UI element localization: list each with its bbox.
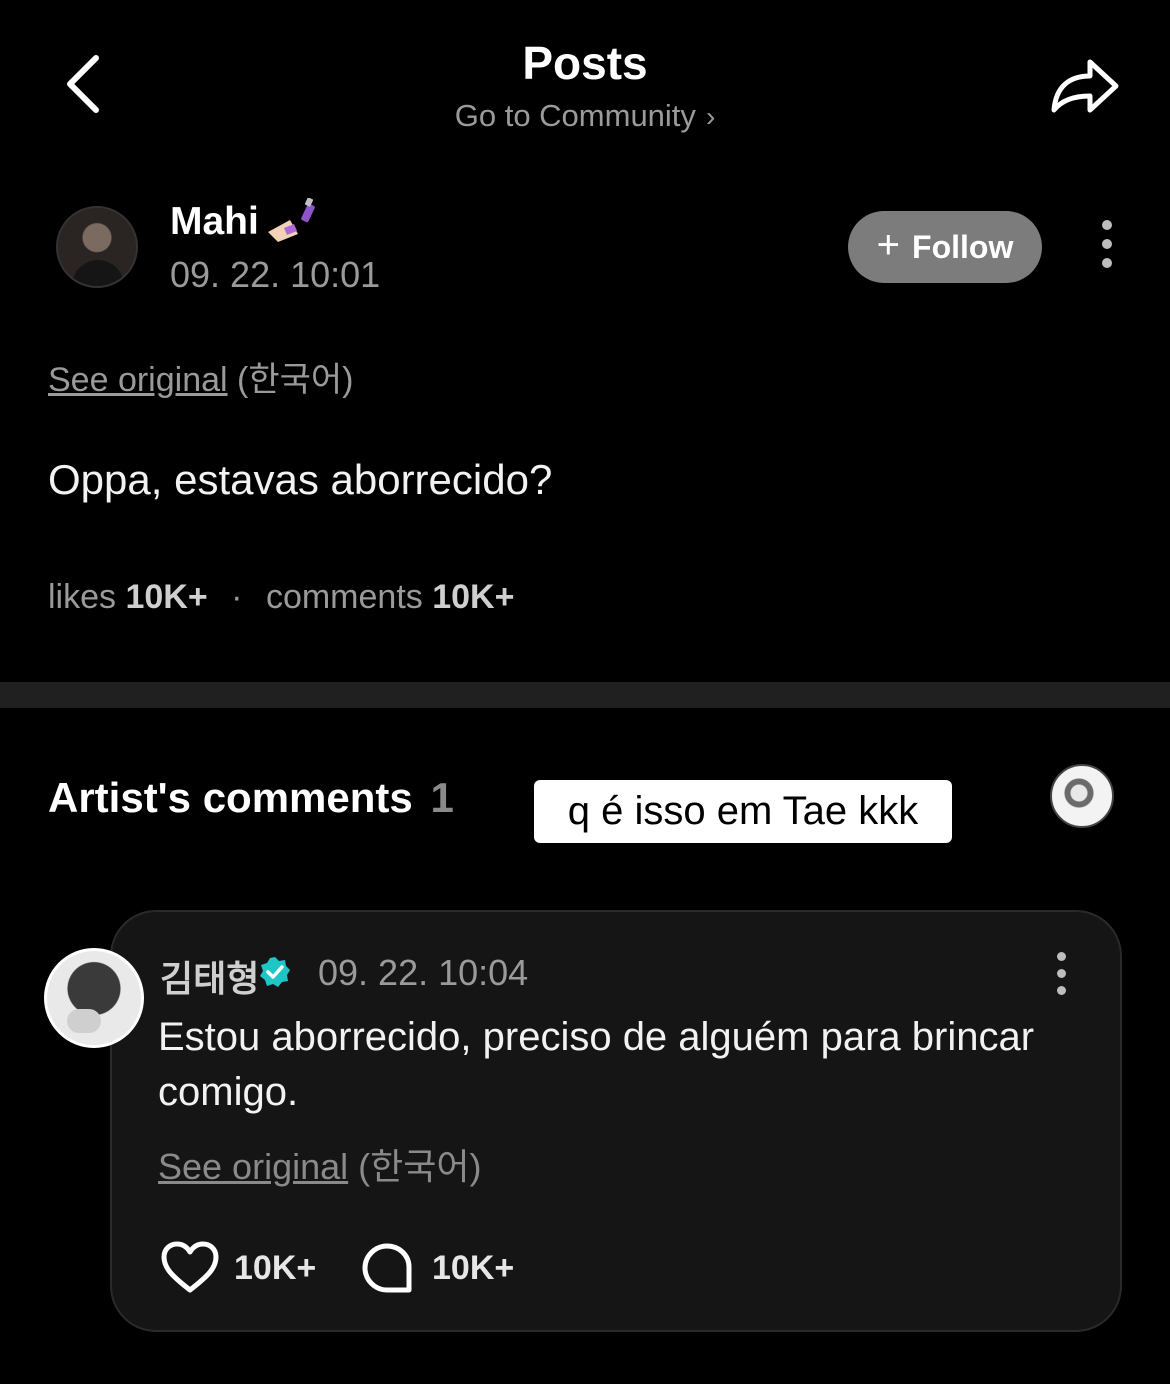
share-arrow-icon xyxy=(1051,59,1119,113)
share-button[interactable] xyxy=(1046,50,1126,120)
artist-comments-title: Artist's comments xyxy=(48,774,413,821)
post-timestamp: 09. 22. 10:01 xyxy=(170,254,381,295)
comments-count: 10K+ xyxy=(432,578,515,616)
more-dots-icon xyxy=(1056,952,1066,961)
more-dots-icon xyxy=(1102,220,1112,230)
comment-timestamp: 09. 22. 10:04 xyxy=(318,952,529,993)
nail-polish-icon xyxy=(264,197,318,246)
author-avatar[interactable] xyxy=(56,206,138,288)
artist-comments-count: 1 xyxy=(430,774,454,821)
see-original-link[interactable]: See original xyxy=(48,361,228,399)
artist-comments-heading: Artist's comments 1 xyxy=(48,774,454,822)
follow-label: Follow xyxy=(912,228,1014,265)
more-options-button[interactable] xyxy=(1090,220,1124,276)
commenter-avatar[interactable] xyxy=(44,948,144,1048)
comment-body: Estou aborrecido, preciso de alguém para… xyxy=(158,1015,1035,1114)
verified-badge-icon xyxy=(258,955,292,989)
original-language: (한국어) xyxy=(237,361,354,399)
comment-more-button[interactable] xyxy=(1054,952,1068,998)
section-divider xyxy=(0,682,1170,708)
commenter-name[interactable]: 김태형 xyxy=(160,950,259,1002)
page-title: Posts xyxy=(522,37,648,89)
comment-see-original-row: See original (한국어) xyxy=(158,1138,481,1190)
go-to-community-label: Go to Community xyxy=(454,98,696,133)
overlay-caption: q é isso em Tae kkk xyxy=(534,780,952,843)
go-to-community-link[interactable]: Go to Community › xyxy=(0,98,1170,134)
likes-count: 10K+ xyxy=(125,578,208,616)
heart-icon xyxy=(161,1241,219,1293)
comment-reply-button[interactable]: 10K+ xyxy=(360,1238,514,1298)
see-original-row: See original (한국어) xyxy=(48,352,354,401)
post-stats: likes 10K+ · comments 10K+ xyxy=(48,578,514,617)
comments-label: comments xyxy=(265,578,423,616)
follow-button[interactable]: + Follow xyxy=(848,211,1042,283)
comment-bubble-icon xyxy=(362,1243,412,1293)
comment-original-language: (한국어) xyxy=(358,1146,482,1187)
comment-like-button[interactable]: 10K+ xyxy=(160,1238,316,1298)
comment-like-count: 10K+ xyxy=(234,1248,317,1287)
comment-see-original-link[interactable]: See original xyxy=(158,1146,348,1187)
chevron-right-icon: › xyxy=(705,101,716,132)
likes-label: likes xyxy=(48,578,117,616)
stats-separator: · xyxy=(231,578,243,616)
plus-icon: + xyxy=(876,223,901,267)
author-name[interactable]: Mahi xyxy=(170,200,259,244)
artist-avatar-small[interactable] xyxy=(1050,764,1114,828)
post-body: Oppa, estavas aborrecido? xyxy=(48,456,553,503)
comment-reply-count: 10K+ xyxy=(432,1248,515,1287)
